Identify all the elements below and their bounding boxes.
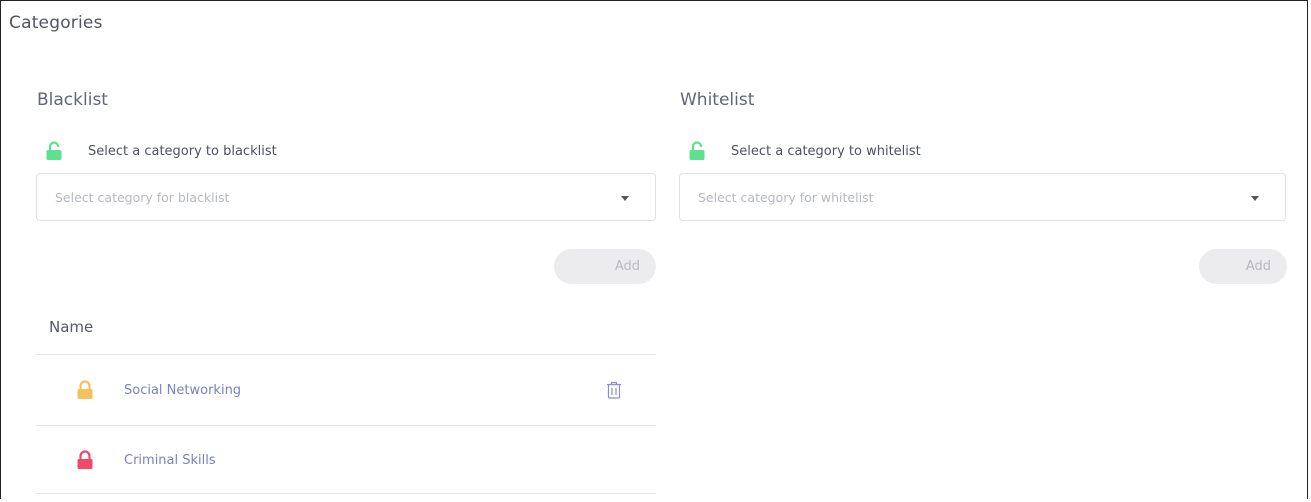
categories-panel: Categories Blacklist Select a category t… xyxy=(0,0,1308,499)
whitelist-prompt: Select a category to whitelist xyxy=(687,141,921,161)
category-link[interactable]: Social Networking xyxy=(124,383,606,398)
blacklist-title: Blacklist xyxy=(37,90,108,110)
table-header-name: Name xyxy=(49,318,94,336)
chevron-down-icon[interactable] xyxy=(1251,196,1259,201)
whitelist-select-placeholder: Select category for whitelist xyxy=(698,189,874,205)
whitelist-title: Whitelist xyxy=(680,90,755,110)
page-title: Categories xyxy=(9,13,103,33)
whitelist-add-button[interactable]: Add xyxy=(1199,249,1287,284)
locked-padlock-icon xyxy=(77,450,93,469)
blacklist-prompt-text: Select a category to blacklist xyxy=(88,143,277,159)
table-row: Criminal Skills xyxy=(36,425,656,495)
blacklist-category-select[interactable]: Select category for blacklist xyxy=(36,173,656,221)
blacklist-select-placeholder: Select category for blacklist xyxy=(55,189,230,205)
blacklist-prompt: Select a category to blacklist xyxy=(44,141,277,161)
blacklist-add-button[interactable]: Add xyxy=(554,249,656,284)
whitelist-category-select[interactable]: Select category for whitelist xyxy=(679,173,1286,221)
trash-icon[interactable] xyxy=(606,381,622,399)
category-link[interactable]: Criminal Skills xyxy=(124,453,656,468)
table-row: Social Networking xyxy=(36,355,656,425)
locked-padlock-icon xyxy=(77,380,93,399)
chevron-down-icon[interactable] xyxy=(621,196,629,201)
whitelist-prompt-text: Select a category to whitelist xyxy=(731,143,921,159)
unlocked-padlock-icon xyxy=(689,141,705,160)
unlocked-padlock-icon xyxy=(46,141,62,160)
divider xyxy=(36,493,656,494)
